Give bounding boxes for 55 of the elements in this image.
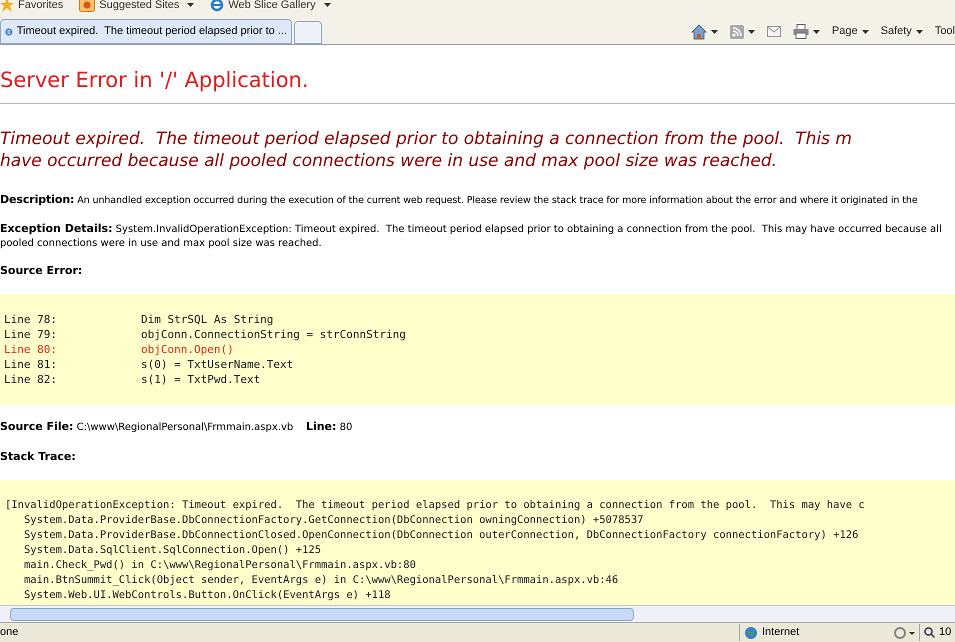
- mail-icon: [766, 26, 781, 37]
- home-button[interactable]: [690, 24, 718, 40]
- stack-trace-line: [InvalidOperationException: Timeout expired. The timeout period elapsed prior to obtaining a connection from the pool. This may have c: [5, 498, 865, 512]
- status-text: one: [0, 625, 20, 640]
- caret-icon: [710, 30, 718, 34]
- line-number: Line 78:: [4, 312, 58, 326]
- command-menu-button[interactable]: Safety: [880, 23, 923, 40]
- mail-button[interactable]: [766, 26, 781, 37]
- code-line: Dim StrSQL As String: [140, 312, 274, 326]
- stack-trace-line: System.Data.ProviderBase.DbConnectionFactory.GetConnection(DbConnection owningConnection) +5078537: [22, 512, 644, 528]
- error-message: have occurred because all pooled connections were in use and max pool size was reached.: [0, 150, 778, 172]
- code-line: objConn.ConnectionString = strConnString: [140, 326, 406, 342]
- zone-indicator: Internet: [739, 624, 889, 641]
- printer-icon: [792, 24, 809, 39]
- rss-icon: [730, 24, 744, 38]
- stack-trace-line: System.Data.ProviderBase.DbConnectionClosed.OpenConnection(DbConnection outerConnection, DbConnectionFactory connectionFactory) +126: [22, 528, 858, 542]
- code-line: s(1) = TxtPwd.Text: [140, 372, 260, 386]
- line-number: Line 82:: [4, 372, 58, 386]
- line-number: Line 80:: [4, 342, 58, 356]
- feeds-button[interactable]: [730, 24, 755, 38]
- favorites-bar-item[interactable]: Suggested Sites: [79, 0, 194, 14]
- stack-trace-line: System.Data.SqlClient.SqlConnection.Open() +125: [22, 542, 322, 558]
- zoom-level[interactable]: 10: [919, 624, 955, 641]
- web-page-icon: [79, 0, 96, 12]
- print-button[interactable]: [792, 24, 820, 39]
- stack-trace-line: main.BtnSummit_Click(Object sender, EventArgs e) in C:\www\RegionalPersonal\Frmmain.aspx.vb:46: [22, 572, 618, 588]
- line-number: Line 81:: [4, 356, 58, 372]
- globe-icon: [744, 626, 758, 640]
- caret-icon: [862, 30, 869, 34]
- favorites-bar-item[interactable]: Favorites: [0, 0, 64, 14]
- stack-trace-heading: Stack Trace:: [0, 449, 77, 465]
- line-number: Line 79:: [4, 326, 58, 342]
- caret-icon: [324, 3, 331, 7]
- page-title: Server Error in '/' Application.: [0, 67, 310, 94]
- exception-details-text: Exception Details: System.InvalidOperationException: Timeout expired. The timeout period elapsed prior to obtaining a connection from the pool. This may have occurred because all pooled connections were in use and max pool size was reached.: [0, 222, 943, 251]
- favorites-bar-item[interactable]: Web Slice Gallery: [210, 0, 331, 14]
- command-menu-button[interactable]: Page: [832, 23, 869, 40]
- source-error-heading: Source Error:: [0, 263, 84, 279]
- magnifier-icon: [924, 627, 935, 638]
- browser-tab[interactable]: Timeout expired. The timeout period elapsed prior to ...: [0, 19, 292, 44]
- caret-icon: [916, 30, 923, 34]
- error-message: Timeout expired. The timeout period elapsed prior to obtaining a connection from the pool. This m: [0, 128, 853, 150]
- home-icon: [690, 24, 707, 40]
- command-menu-button[interactable]: Tool: [934, 23, 955, 40]
- stack-trace-line: main.Check_Pwd() in C:\www\RegionalPersonal\Frmmain.aspx.vb:80: [22, 558, 416, 572]
- stack-trace-line: System.Web.UI.WebControls.Button.OnClick(EventArgs e) +118: [22, 588, 391, 602]
- caret-icon: [812, 30, 820, 34]
- star-icon: [0, 0, 14, 12]
- source-file-text: Source File: C:\www\RegionalPersonal\Frmmain.aspx.vb Line: 80: [0, 418, 354, 434]
- scrollbar-thumb[interactable]: [10, 608, 634, 620]
- caret-icon: [748, 30, 755, 34]
- description-text: Description: An unhandled exception occurred during the execution of the current web request. Please review the stack trace for more information about the error and where it originated in the: [0, 192, 919, 208]
- code-line: objConn.Open(): [140, 342, 234, 356]
- caret-icon: [187, 3, 194, 7]
- code-line: s(0) = TxtUserName.Text: [140, 356, 294, 372]
